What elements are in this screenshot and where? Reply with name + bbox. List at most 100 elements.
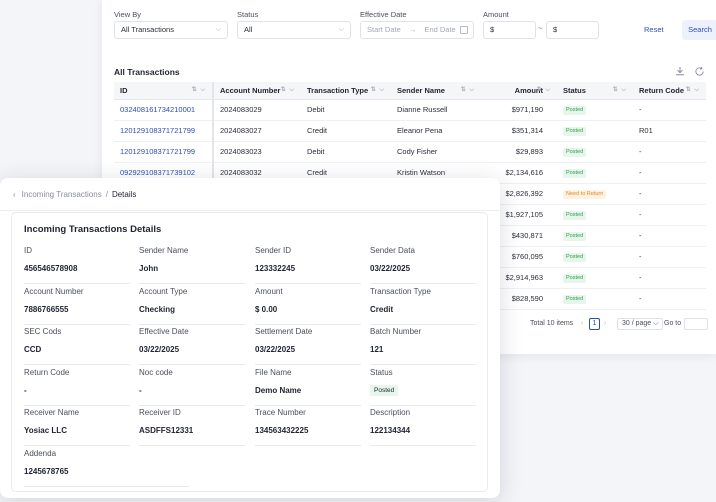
detail-field-sender-data: Sender Data 03/22/2025 [370,246,476,284]
download-icon[interactable] [675,66,685,76]
amount-filter-label: Amount [483,10,509,19]
next-page-button[interactable]: › [604,317,606,331]
detail-value: 121 [370,345,384,354]
effective-date-range-picker[interactable]: Start Date → End Date [360,21,474,39]
filter-bar: View By All Transactions ⌵ Status All ⌵ … [114,10,716,42]
detail-label: Transaction Type [370,286,431,296]
sort-filter-icon[interactable]: ⇅ ⌵ [371,86,385,94]
detail-label: Settlement Date [255,327,313,336]
effective-date-label: Effective Date [360,10,407,19]
cell-transaction-type: Credit [301,120,391,142]
cell-sender-name: Dianne Russell [391,99,481,121]
start-date-input[interactable]: Start Date [367,25,401,34]
column-header-label: Return Code [639,85,684,95]
page-1-button[interactable]: 1 [589,318,600,330]
search-button[interactable]: Search [682,20,716,40]
detail-value: Demo Name [255,385,302,395]
column-header-id[interactable]: ID ⇅ ⌵ [114,82,214,100]
back-chevron-icon[interactable]: ‹ [13,190,16,200]
calendar-icon [460,26,468,34]
detail-field-sec-cods: SEC Cods CCD [24,327,130,365]
table-header-row: ID ⇅ ⌵ Account Number ⇅ ⌵ Transaction Type… [114,82,706,100]
cell-return-code: - [633,246,706,268]
detail-field-receiver-name: Receiver Name Yosiac LLC [24,408,130,446]
detail-value: - [139,385,142,395]
chevron-down-icon: ⌵ [215,26,221,33]
sort-filter-icon[interactable]: ⇅ ⌵ [192,86,206,94]
prev-page-button[interactable]: ‹ [581,317,583,331]
cell-status: Posted [557,288,633,310]
detail-value: $ 0.00 [255,304,278,314]
status-badge: Posted [563,294,587,304]
table-row[interactable]: 120129108371721799 2024083023 Debit Cody Fi… [114,141,706,163]
cell-id[interactable]: 032408161734210001 [114,99,214,121]
view-by-label: View By [114,10,141,19]
detail-label: Account Type [139,286,188,296]
table-row[interactable]: 120129108371721799 2024083027 Credit Eleano… [114,120,706,142]
column-header-return-code[interactable]: Return Code ⇅ ⌵ [633,82,706,100]
detail-field-sender-name: Sender Name John [139,246,245,284]
amount-min-input[interactable]: $ [483,21,536,39]
breadcrumb-parent-link[interactable]: Incoming Transactions [22,190,102,200]
cell-status: Posted [557,225,633,247]
dollar-prefix: $ [490,25,495,34]
status-filter-label: Status [237,10,259,19]
status-badge: Need to Return [563,189,607,199]
column-header-status[interactable]: Status ⇅ ⌵ [557,82,633,100]
cell-return-code: - [633,225,706,247]
column-header-sender-name[interactable]: Sender Name ⇅ ⌵ [391,82,481,100]
cell-account-number: 2024083027 [213,120,301,142]
goto-page-input[interactable] [684,318,708,330]
detail-field-batch-number: Batch Number 121 [370,327,476,365]
cell-return-code: R01 [633,120,706,142]
reset-button[interactable]: Reset [644,21,664,39]
detail-value: ASDFFS12331 [139,426,194,435]
column-header-account-number[interactable]: Account Number ⇅ ⌵ [213,82,301,100]
cell-status: Posted [557,120,633,142]
cell-return-code: - [633,267,706,289]
end-date-input[interactable]: End Date [424,25,455,34]
status-select[interactable]: All ⌵ [237,21,351,39]
detail-label: Noc code [139,367,173,377]
detail-value: Checking [139,304,176,314]
detail-value: 123332245 [255,264,296,273]
status-badge: Posted [563,210,587,220]
column-header-transaction-type[interactable]: Transaction Type ⇅ ⌵ [301,82,391,100]
detail-value: 122134344 [370,426,411,435]
cell-status: Posted [557,99,633,121]
cell-status: Posted [557,246,633,268]
sort-filter-icon[interactable]: ⇅ ⌵ [613,86,627,94]
detail-value: 456546578908 [24,264,78,273]
sort-filter-icon[interactable]: ⇅ ⌵ [537,86,551,94]
sort-filter-icon[interactable]: ⇅ ⌵ [461,86,475,94]
detail-value: 1245678765 [24,466,69,476]
total-items-text: Total 10 items [530,320,574,327]
sort-filter-icon[interactable]: ⇅ ⌵ [281,86,295,94]
page-size-select[interactable]: 30 / page ⌵ [617,318,664,330]
cell-id[interactable]: 120129108371721799 [114,120,214,142]
column-header-amount[interactable]: Amount ⇅ ⌵ [481,82,557,100]
detail-label: Account Number [24,286,84,296]
column-header-label: Status [563,85,586,95]
breadcrumb-separator: / [105,190,108,199]
view-by-select[interactable]: All Transactions ⌵ [114,21,228,39]
detail-label: Sender Name [139,246,189,255]
status-badge: Posted [563,105,587,115]
detail-label: File Name [255,367,292,377]
status-badge: Posted [563,273,587,283]
cell-amount: $971,190 [481,99,557,121]
detail-value: 134563432225 [255,426,309,435]
refresh-icon[interactable] [694,66,705,77]
table-row[interactable]: 032408161734210001 2024083029 Debit Dianne … [114,99,706,121]
detail-label: SEC Cods [24,327,62,336]
sort-filter-icon[interactable]: ⇅ ⌵ [686,86,700,94]
amount-max-input[interactable]: $ [546,21,599,39]
cell-return-code: - [633,288,706,310]
cell-status: Posted [557,162,633,184]
cell-id[interactable]: 120129108371721799 [114,141,214,163]
cell-status: Posted [557,204,633,226]
column-header-label: Account Number [220,85,281,95]
detail-value: 03/22/2025 [370,264,411,273]
column-header-label: ID [120,85,128,95]
detail-field-account-type: Account Type Checking [139,287,245,325]
